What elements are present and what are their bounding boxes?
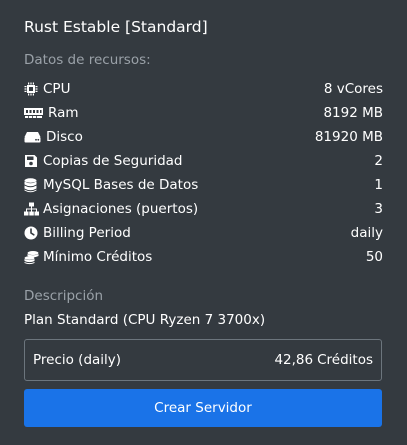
network-icon (24, 201, 41, 218)
resource-label: Ram (48, 105, 79, 121)
resource-value: 50 (365, 249, 383, 265)
price-currency: Créditos (317, 352, 373, 368)
price-summary: Precio (daily) 42,86 Créditos (24, 339, 382, 381)
hdd-icon (24, 129, 44, 146)
resource-row-ram: Ram 8192 MB (24, 101, 383, 125)
resource-row-billing-period: Billing Period daily (24, 221, 383, 245)
resource-label: Asignaciones (puertos) (43, 201, 199, 217)
clock-icon (24, 225, 41, 242)
resource-label: Copias de Seguridad (43, 153, 183, 169)
resource-label: Billing Period (43, 225, 131, 241)
resource-label: Disco (46, 129, 83, 145)
resource-label: Mínimo Créditos (43, 249, 153, 265)
resource-row-disk: Disco 81920 MB (24, 125, 383, 149)
create-server-button[interactable]: Crear Servidor (24, 389, 382, 427)
plan-title: Rust Estable [Standard] (24, 18, 208, 36)
resource-value: daily (350, 225, 383, 241)
description-label: Descripción (24, 288, 104, 304)
resource-value: 3 (374, 201, 383, 217)
server-plan-card: Rust Estable [Standard] Datos de recurso… (0, 0, 407, 445)
price-label: Precio (daily) (33, 352, 122, 368)
resource-row-databases: MySQL Bases de Datos 1 (24, 173, 383, 197)
resource-value: 81920 MB (314, 129, 383, 145)
cpu-icon (24, 81, 41, 98)
resource-value: 8192 MB (323, 105, 383, 121)
coins-icon (24, 249, 41, 266)
resource-label: CPU (43, 81, 71, 97)
resource-value: 2 (374, 153, 383, 169)
resource-label: MySQL Bases de Datos (43, 177, 199, 193)
resources-label: Datos de recursos: (24, 52, 151, 68)
resource-value: 1 (374, 177, 383, 193)
resource-row-allocations: Asignaciones (puertos) 3 (24, 197, 383, 221)
memory-icon (24, 105, 46, 122)
resource-value: 8 vCores (323, 81, 383, 97)
price-amount: 42,86 (274, 352, 314, 368)
price-value: 42,86 Créditos (270, 352, 373, 368)
resource-row-min-credits: Mínimo Créditos 50 (24, 245, 383, 269)
resource-row-cpu: CPU 8 vCores (24, 77, 383, 101)
resource-row-backups: Copias de Seguridad 2 (24, 149, 383, 173)
resource-list: CPU 8 vCores Ram 8192 MB Disco 81920 MB … (24, 77, 383, 269)
floppy-disk-icon (24, 153, 41, 170)
database-icon (24, 177, 41, 194)
description-text: Plan Standard (CPU Ryzen 7 3700x) (24, 312, 266, 328)
